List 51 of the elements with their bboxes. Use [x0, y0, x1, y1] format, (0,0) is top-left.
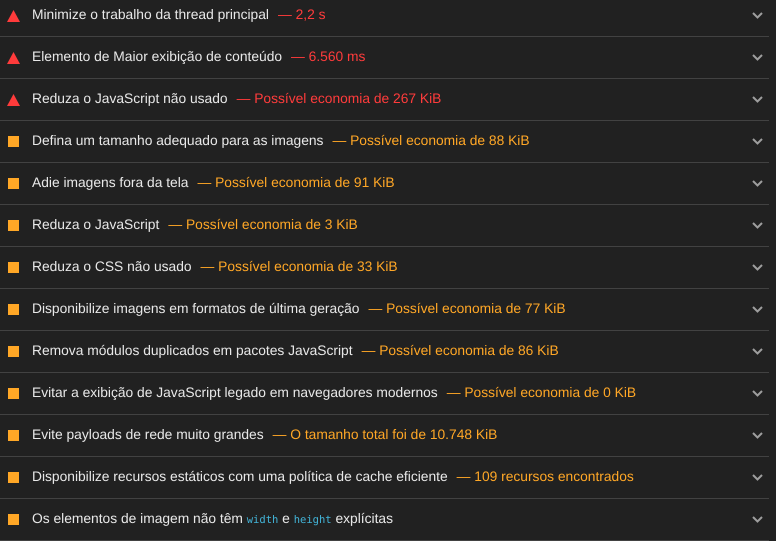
chevron-icon[interactable]	[752, 306, 763, 313]
audit-value: — Possível economia de 91 KiB	[197, 174, 395, 192]
square-icon	[8, 472, 19, 483]
warning-triangle-icon	[7, 94, 20, 106]
audit-value: — Possível economia de 88 KiB	[332, 132, 530, 150]
chevron-icon[interactable]	[752, 474, 763, 481]
chevron-icon[interactable]	[752, 138, 763, 145]
chevron-icon[interactable]	[752, 180, 763, 187]
audit-value: — Possível economia de 267 KiB	[236, 90, 442, 108]
audit-title: Reduza o CSS não usado	[32, 258, 192, 276]
audit-title: Evite payloads de rede muito grandes	[32, 426, 264, 444]
square-icon	[8, 514, 19, 525]
audit-title: Minimize o trabalho da thread principal	[32, 6, 269, 24]
square-icon	[8, 262, 19, 273]
audit-value: — Possível economia de 3 KiB	[168, 216, 358, 234]
chevron-icon[interactable]	[752, 348, 763, 355]
chevron-icon[interactable]	[752, 12, 763, 19]
chevron-icon[interactable]	[752, 516, 763, 523]
audit-title: Evitar a exibição de JavaScript legado em navegadores modernos	[32, 384, 438, 402]
square-icon	[8, 220, 19, 231]
audit-value: — O tamanho total foi de 10.748 KiB	[272, 426, 498, 444]
audit-value: — Possível economia de 33 KiB	[200, 258, 398, 276]
audit-value: — 2,2 s	[278, 6, 326, 24]
audit-title: Disponibilize imagens em formatos de última geração	[32, 300, 360, 318]
audit-value: — 6.560 ms	[291, 48, 366, 66]
audit-title: Reduza o JavaScript	[32, 216, 160, 234]
chevron-icon[interactable]	[752, 54, 763, 61]
audit-title: Elemento de Maior exibição de conteúdo	[32, 48, 282, 66]
audit-title: Defina um tamanho adequado para as imagens	[32, 132, 324, 150]
audit-title: Os elementos de imagem não têm width e height explícitas	[32, 510, 393, 528]
square-icon	[8, 346, 19, 357]
square-icon	[8, 430, 19, 441]
chevron-icon[interactable]	[752, 432, 763, 439]
chevron-icon[interactable]	[752, 96, 763, 103]
square-icon	[8, 178, 19, 189]
audit-title: Disponibilize recursos estáticos com uma política de cache eficiente	[32, 468, 448, 486]
audit-title: Reduza o JavaScript não usado	[32, 90, 228, 108]
audit-title: Adie imagens fora da tela	[32, 174, 188, 192]
audit-value: — Possível economia de 77 KiB	[368, 300, 566, 318]
audit-title: Remova módulos duplicados em pacotes JavaScript	[32, 342, 353, 360]
chevron-icon[interactable]	[752, 222, 763, 229]
square-icon	[8, 136, 19, 147]
audit-value: — Possível economia de 0 KiB	[446, 384, 636, 402]
chevron-icon[interactable]	[752, 264, 763, 271]
warning-triangle-icon	[7, 52, 20, 64]
audit-value: — 109 recursos encontrados	[456, 468, 634, 486]
warning-triangle-icon	[7, 10, 20, 22]
square-icon	[8, 388, 19, 399]
chevron-icon[interactable]	[752, 390, 763, 397]
audit-value: — Possível economia de 86 KiB	[362, 342, 559, 360]
square-icon	[8, 304, 19, 315]
